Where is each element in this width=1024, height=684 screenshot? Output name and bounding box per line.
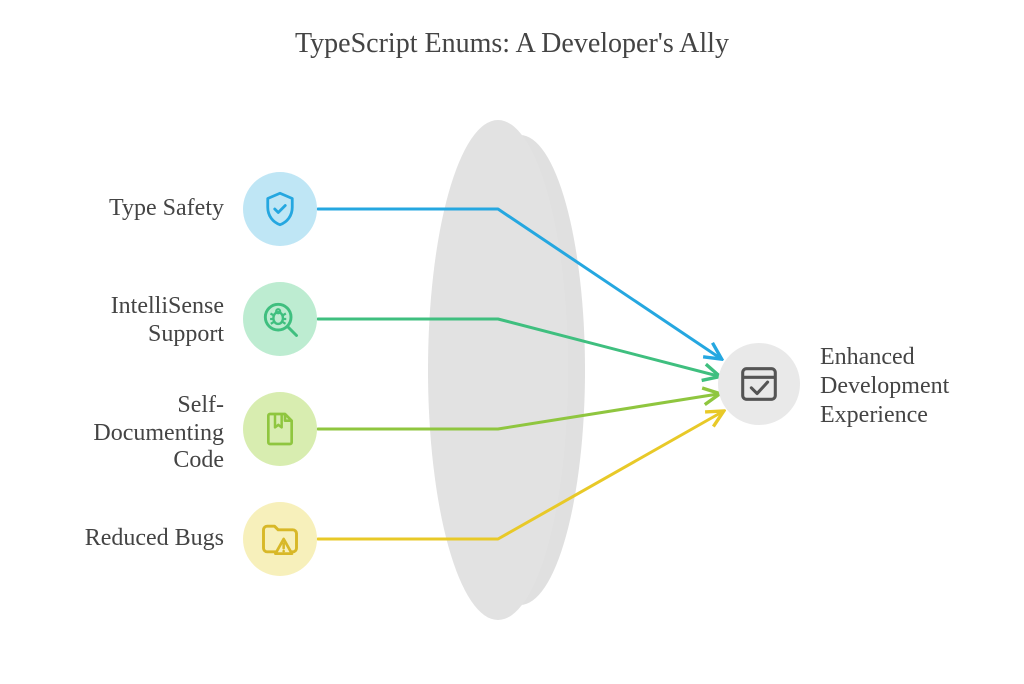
result-icon-bg	[718, 343, 800, 425]
benefit-label-1: IntelliSenseSupport	[111, 293, 224, 348]
connector-intellisense	[318, 319, 718, 376]
connector-type-safety	[318, 209, 720, 358]
benefit-label-3: Reduced Bugs	[85, 525, 224, 553]
connector-self-doc	[318, 394, 718, 429]
result-label: EnhancedDevelopmentExperience	[820, 343, 1000, 429]
benefit-icon-bg-1	[243, 282, 317, 356]
benefit-icon-bg-0	[243, 172, 317, 246]
bookmark-file-icon	[260, 409, 300, 449]
folder-warning-icon	[258, 517, 302, 561]
connector-bugs	[318, 412, 722, 539]
benefit-label-0: Type Safety	[109, 195, 224, 223]
benefit-label-2: Self-DocumentingCode	[93, 392, 224, 475]
bug-search-icon	[258, 297, 302, 341]
shield-check-icon	[259, 188, 301, 230]
benefit-icon-bg-3	[243, 502, 317, 576]
page-title: TypeScript Enums: A Developer's Ally	[0, 28, 1024, 60]
benefit-icon-bg-2	[243, 392, 317, 466]
window-check-icon	[736, 361, 782, 407]
